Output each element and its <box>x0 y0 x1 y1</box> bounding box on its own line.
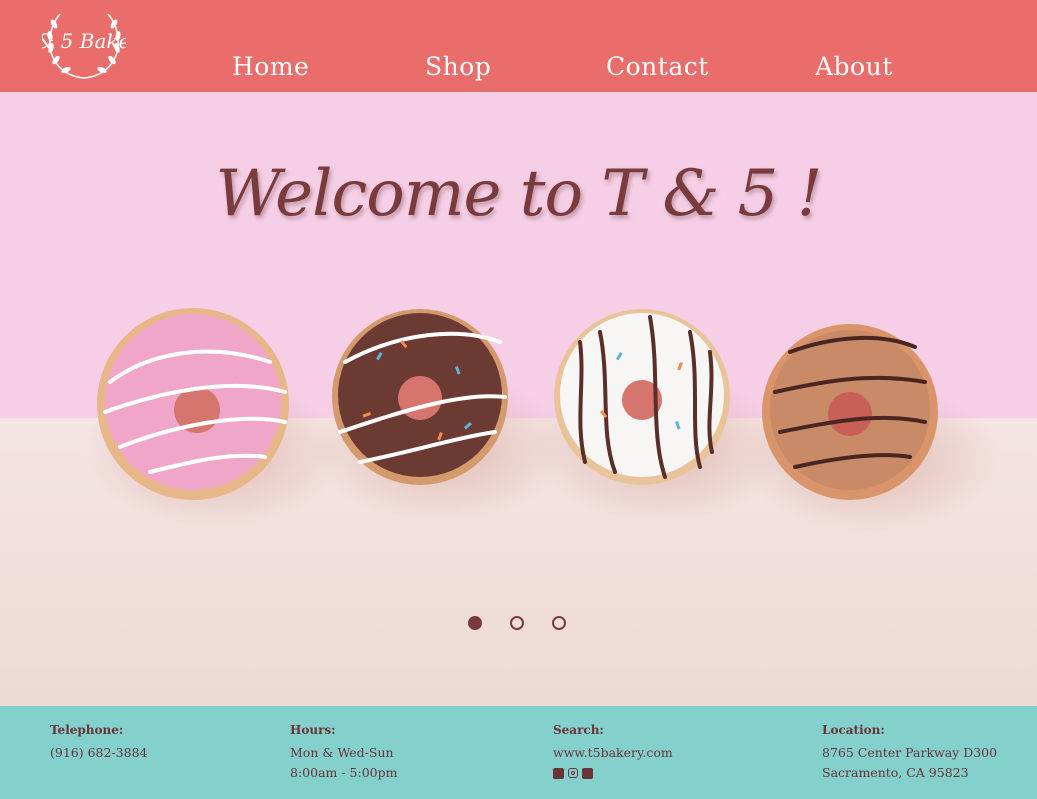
address-line-2: Sacramento, CA 95823 <box>822 765 969 780</box>
twitter-icon[interactable] <box>582 768 593 779</box>
chocolate-donut <box>332 309 508 485</box>
footer-telephone: Telephone: (916) 682-3884 <box>50 722 147 763</box>
laurel-wreath-icon: T & 5 Bakery <box>17 13 152 79</box>
website-link[interactable]: www.t5bakery.com <box>553 743 673 763</box>
caramel-donut <box>762 324 938 500</box>
instagram-icon[interactable] <box>568 768 578 778</box>
carousel-indicators <box>468 616 578 630</box>
carousel-dot-1[interactable] <box>468 616 482 630</box>
logo-text: T & 5 Bakery <box>42 29 126 53</box>
social-links <box>553 768 673 782</box>
carousel-dot-2[interactable] <box>510 616 524 630</box>
hero-carousel: Welcome to T & 5 ! <box>0 92 1037 706</box>
hours-label: Hours: <box>290 723 336 737</box>
footer-search: Search: www.t5bakery.com <box>553 722 673 782</box>
footer-hours: Hours: Mon & Wed-Sun 8:00am - 5:00pm <box>290 722 397 783</box>
nav-about-link[interactable]: About <box>815 52 893 82</box>
telephone-label: Telephone: <box>50 723 124 737</box>
carousel-dot-3[interactable] <box>552 616 566 630</box>
pink-donut <box>97 308 289 500</box>
welcome-heading: Welcome to T & 5 ! <box>215 157 823 231</box>
location-label: Location: <box>822 723 885 737</box>
site-footer: Telephone: (916) 682-3884 Hours: Mon & W… <box>0 706 1037 799</box>
nav-home-link[interactable]: Home <box>232 52 309 82</box>
bakery-logo[interactable]: T & 5 Bakery <box>17 8 152 84</box>
hours-days: Mon & Wed-Sun <box>290 745 394 760</box>
hours-time: 8:00am - 5:00pm <box>290 765 398 780</box>
site-header: T & 5 Bakery Home Shop Contact About <box>0 0 1037 92</box>
nav-contact-link[interactable]: Contact <box>606 52 709 82</box>
address-line-1: 8765 Center Parkway D300 <box>822 745 998 760</box>
vanilla-donut <box>554 309 730 485</box>
facebook-icon[interactable] <box>553 768 564 779</box>
search-label: Search: <box>553 723 604 737</box>
footer-location: Location: 8765 Center Parkway D300 Sacra… <box>822 722 997 783</box>
nav-shop-link[interactable]: Shop <box>425 52 491 82</box>
telephone-number[interactable]: (916) 682-3884 <box>50 743 147 763</box>
